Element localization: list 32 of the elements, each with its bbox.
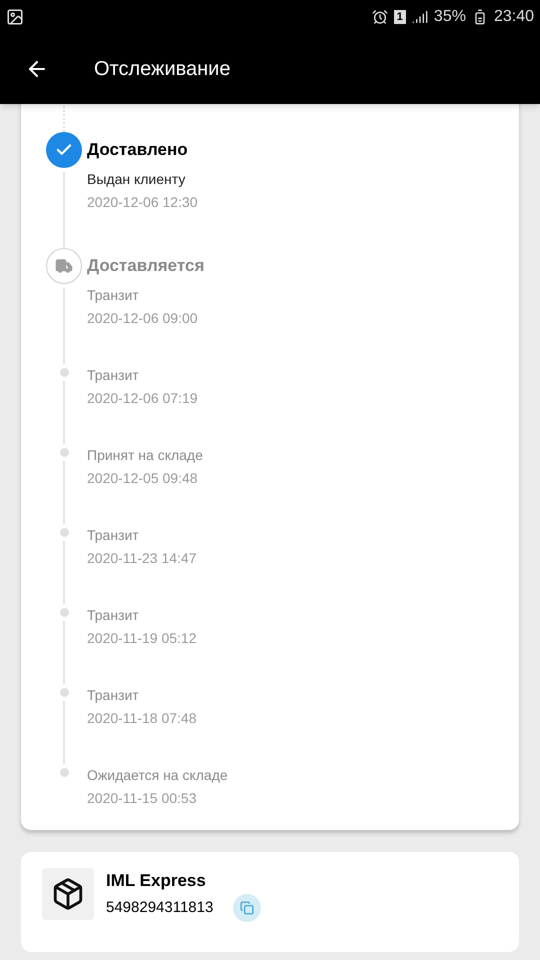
event-description: Выдан клиенту [87, 170, 186, 189]
copy-icon [240, 901, 254, 915]
page-title: Отслеживание [94, 57, 230, 82]
event-description: Принят на складе [87, 446, 203, 465]
carrier-name: IML Express [106, 870, 207, 892]
copy-button[interactable] [233, 894, 262, 922]
alarm-icon [372, 9, 388, 25]
event-status: Доставлено [87, 139, 189, 161]
event-time: 2020-11-23 14:47 [87, 549, 196, 568]
clock: 23:40 [494, 7, 534, 27]
battery-level: 35% [434, 7, 466, 27]
event-time: 2020-11-18 07:48 [87, 709, 196, 728]
event-time: 2020-12-06 09:00 [87, 309, 199, 328]
event-description: Транзит [87, 526, 140, 545]
sim-badge: 1 [394, 10, 406, 24]
package-icon [42, 868, 94, 920]
event-time: 2020-11-19 05:12 [87, 629, 196, 648]
event-description: Транзит [87, 366, 140, 385]
truck-icon [46, 248, 82, 284]
event-description: Транзит [87, 686, 140, 705]
picture-icon [6, 8, 24, 26]
event-description: Ожидается на складе [87, 766, 228, 785]
event-time: 2020-12-06 12:30 [87, 193, 198, 212]
event-status: Доставляется [87, 255, 204, 277]
signal-icon [412, 9, 428, 25]
event-description: Транзит [87, 606, 140, 625]
check-icon [46, 132, 82, 168]
tracking-number: 5498294311813 [106, 898, 214, 918]
event-description: Транзит [87, 286, 140, 305]
event-time: 2020-11-15 00:53 [87, 789, 198, 808]
event-time: 2020-12-05 09:48 [87, 469, 199, 488]
event-time: 2020-12-06 07:19 [87, 389, 198, 408]
